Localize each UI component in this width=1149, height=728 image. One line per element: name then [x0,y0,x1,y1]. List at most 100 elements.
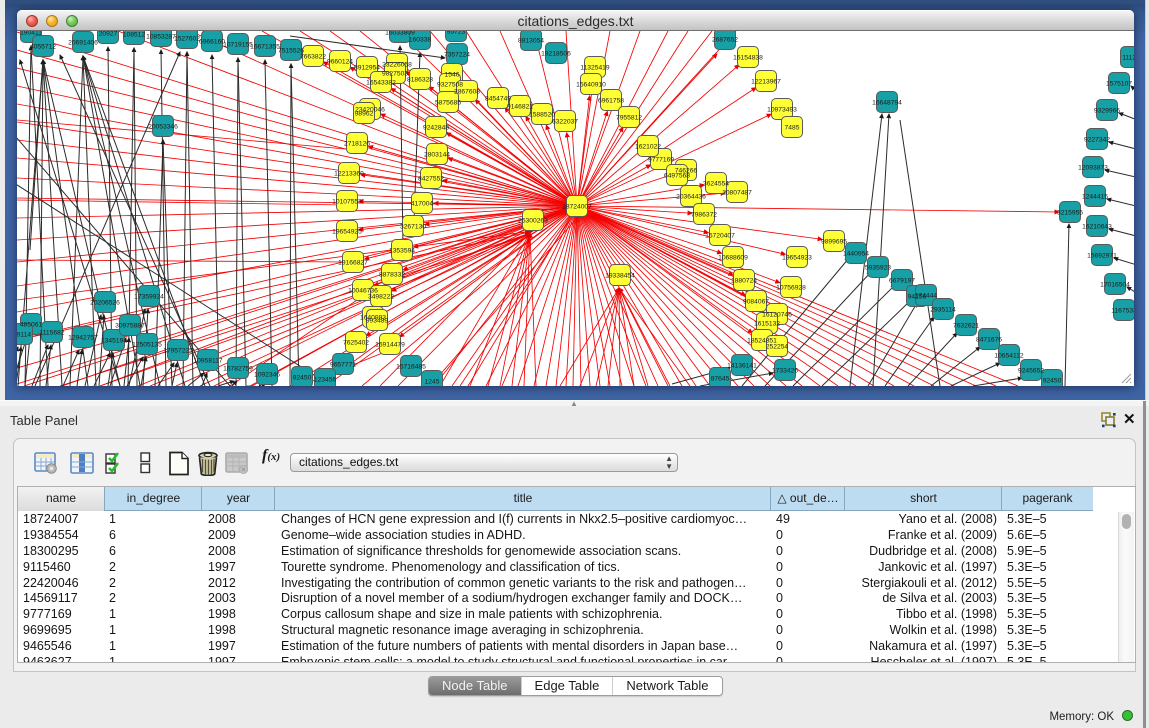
svg-text:16543382: 16543382 [366,79,396,86]
svg-text:2867608: 2867608 [454,88,480,95]
svg-text:18724007: 18724007 [562,203,592,210]
svg-text:12213369: 12213369 [334,170,364,177]
svg-text:2803144: 2803144 [424,151,450,158]
svg-text:20206526: 20206526 [90,299,120,306]
svg-text:4055712: 4055712 [30,43,56,50]
svg-text:6322037: 6322037 [552,118,578,125]
svg-text:20053346: 20053346 [148,123,178,130]
svg-text:39114: 39114 [17,331,31,338]
svg-text:6961758: 6961758 [598,97,624,104]
svg-text:2935114: 2935114 [930,306,956,313]
svg-text:993489: 993489 [366,317,389,324]
svg-text:9242848: 9242848 [423,124,449,131]
svg-text:9777169: 9777169 [648,156,674,163]
svg-text:15640910: 15640910 [576,81,606,88]
svg-text:16914479: 16914479 [375,341,405,348]
svg-text:1353594: 1353594 [389,247,415,254]
svg-text:123456: 123456 [314,376,337,383]
svg-text:7663822: 7663822 [300,53,326,60]
svg-text:19166827: 19166827 [338,259,368,266]
svg-text:1345194: 1345194 [101,337,127,344]
svg-text:9899695: 9899695 [821,238,847,245]
svg-text:9227342: 9227342 [1084,136,1110,143]
svg-text:2718126: 2718126 [344,140,370,147]
svg-text:98962: 98962 [355,110,374,117]
svg-text:1115682: 1115682 [39,329,64,336]
svg-text:5875685: 5875685 [435,99,461,106]
svg-text:1167533: 1167533 [1111,307,1134,314]
svg-text:9657771: 9657771 [330,361,356,368]
svg-text:19654923: 19654923 [782,254,812,261]
svg-text:10807487: 10807487 [722,189,752,196]
svg-text:8427552: 8427552 [418,175,444,182]
svg-text:8471676: 8471676 [976,336,1002,343]
svg-text:12093873: 12093873 [1078,164,1108,171]
svg-text:8186328: 8186328 [407,76,433,83]
svg-text:23226058: 23226058 [382,61,412,68]
svg-text:7955812: 7955812 [616,114,642,121]
svg-text:12942757: 12942757 [68,334,98,341]
svg-text:7632621: 7632621 [953,322,979,329]
svg-text:15720407: 15720407 [705,232,735,239]
svg-text:15716485: 15716485 [396,363,426,370]
svg-text:10107553: 10107553 [332,198,362,205]
svg-text:92450: 92450 [293,374,312,381]
svg-text:20927: 20927 [99,31,118,37]
svg-text:1575107: 1575107 [1106,80,1132,87]
svg-text:16210643: 16210643 [1082,223,1112,230]
svg-text:1244415: 1244415 [1082,193,1108,200]
svg-text:10958117: 10958117 [193,357,223,364]
svg-text:9329966: 9329966 [1094,107,1120,114]
svg-text:19338454: 19338454 [605,272,635,279]
svg-text:1440954: 1440954 [843,250,869,257]
svg-text:16120746: 16120746 [762,311,792,318]
svg-text:17016504: 17016504 [1100,281,1130,288]
svg-text:16782759: 16782759 [223,365,253,372]
svg-text:6679197: 6679197 [889,277,915,284]
svg-text:9660124: 9660124 [327,58,353,65]
svg-text:25300263: 25300263 [518,217,548,224]
svg-text:8912954: 8912954 [354,64,380,71]
svg-text:95723: 95723 [447,31,466,35]
svg-text:6497568: 6497568 [664,172,690,179]
svg-text:17359924: 17359924 [134,293,164,300]
svg-text:10973493: 10973493 [767,106,797,113]
svg-text:19654925: 19654925 [332,228,362,235]
svg-text:1092346: 1092346 [254,371,280,378]
svg-text:15692971: 15692971 [1087,252,1117,259]
svg-text:7625402: 7625402 [343,339,369,346]
svg-text:9146821: 9146821 [507,103,533,110]
svg-text:20364436: 20364436 [676,193,706,200]
svg-text:10853287: 10853287 [146,33,176,40]
svg-text:9084067: 9084067 [743,298,769,305]
svg-text:30975887: 30975887 [115,322,145,329]
svg-text:3498222: 3498222 [368,293,394,300]
svg-text:3267130: 3267130 [400,223,426,230]
svg-text:1245: 1245 [425,378,440,385]
svg-text:11325419: 11325419 [580,64,610,71]
svg-text:12213967: 12213967 [751,78,781,85]
svg-text:1588520: 1588520 [529,111,555,118]
svg-text:3624554: 3624554 [703,180,729,187]
svg-text:1546: 1546 [445,71,460,78]
svg-text:10688609: 10688609 [718,254,748,261]
svg-text:9245652: 9245652 [1018,367,1044,374]
svg-text:2687652: 2687652 [712,36,738,43]
svg-text:417004: 417004 [411,200,434,207]
svg-text:1527602: 1527602 [174,35,200,42]
svg-text:1733426: 1733426 [772,367,798,374]
svg-text:9827503: 9827503 [382,70,408,77]
svg-text:10654112: 10654112 [994,352,1024,359]
svg-text:7986372: 7986372 [691,211,717,218]
svg-text:12505135: 12505135 [132,341,162,348]
svg-text:108512: 108512 [123,31,146,38]
svg-text:5935923: 5935923 [865,264,891,271]
svg-text:87645: 87645 [711,375,730,382]
svg-text:7485: 7485 [785,124,800,131]
svg-text:6966160: 6966160 [199,38,225,45]
svg-text:10719155: 10719155 [223,41,253,48]
svg-text:252254: 252254 [766,343,789,350]
svg-text:16671355: 16671355 [250,43,280,50]
svg-text:92450: 92450 [1043,377,1062,384]
svg-text:8454749: 8454749 [485,95,511,102]
